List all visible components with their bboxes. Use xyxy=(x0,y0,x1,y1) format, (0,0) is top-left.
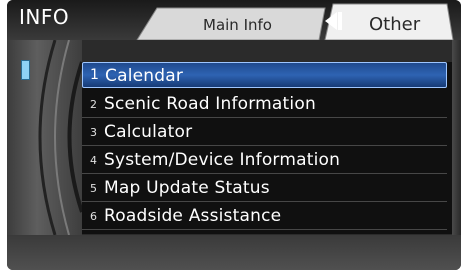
menu-item-label: Calendar xyxy=(105,66,184,86)
menu-item-number: 6 xyxy=(90,210,97,223)
page-title: INFO xyxy=(19,5,70,29)
menu-list: 1 Calendar 2 Scenic Road Information 3 C… xyxy=(82,62,452,234)
header-bar: INFO Main Info Other xyxy=(7,0,461,40)
menu-item-label: Roadside Assistance xyxy=(104,206,282,226)
menu-item-roadside[interactable]: 6 Roadside Assistance xyxy=(82,203,447,230)
menu-item-number: 1 xyxy=(90,67,99,83)
dial-arcs xyxy=(38,40,82,235)
menu-item-number: 2 xyxy=(90,98,97,111)
right-bezel xyxy=(452,40,461,235)
menu-item-number: 5 xyxy=(90,182,97,195)
tab-main-info[interactable]: Main Info xyxy=(203,16,272,34)
menu-item-label: Scenic Road Information xyxy=(104,94,316,114)
menu-item-label: Map Update Status xyxy=(104,178,270,198)
menu-item-label: Calculator xyxy=(104,122,193,142)
scroll-position-indicator xyxy=(21,60,30,80)
menu-item-system-device[interactable]: 4 System/Device Information xyxy=(82,147,447,174)
menu-item-scenic-road[interactable]: 2 Scenic Road Information xyxy=(82,91,447,118)
menu-item-calculator[interactable]: 3 Calculator xyxy=(82,119,447,146)
tab-other[interactable]: Other xyxy=(369,14,420,35)
nav-screen: INFO Main Info Other 1 Calendar 2 Scenic… xyxy=(7,0,461,270)
menu-item-calendar[interactable]: 1 Calendar xyxy=(82,62,447,88)
menu-item-number: 4 xyxy=(90,154,97,167)
menu-item-number: 3 xyxy=(90,126,97,139)
menu-item-map-update[interactable]: 5 Map Update Status xyxy=(82,175,447,202)
footer-bar xyxy=(7,235,461,270)
menu-item-label: System/Device Information xyxy=(104,150,341,170)
